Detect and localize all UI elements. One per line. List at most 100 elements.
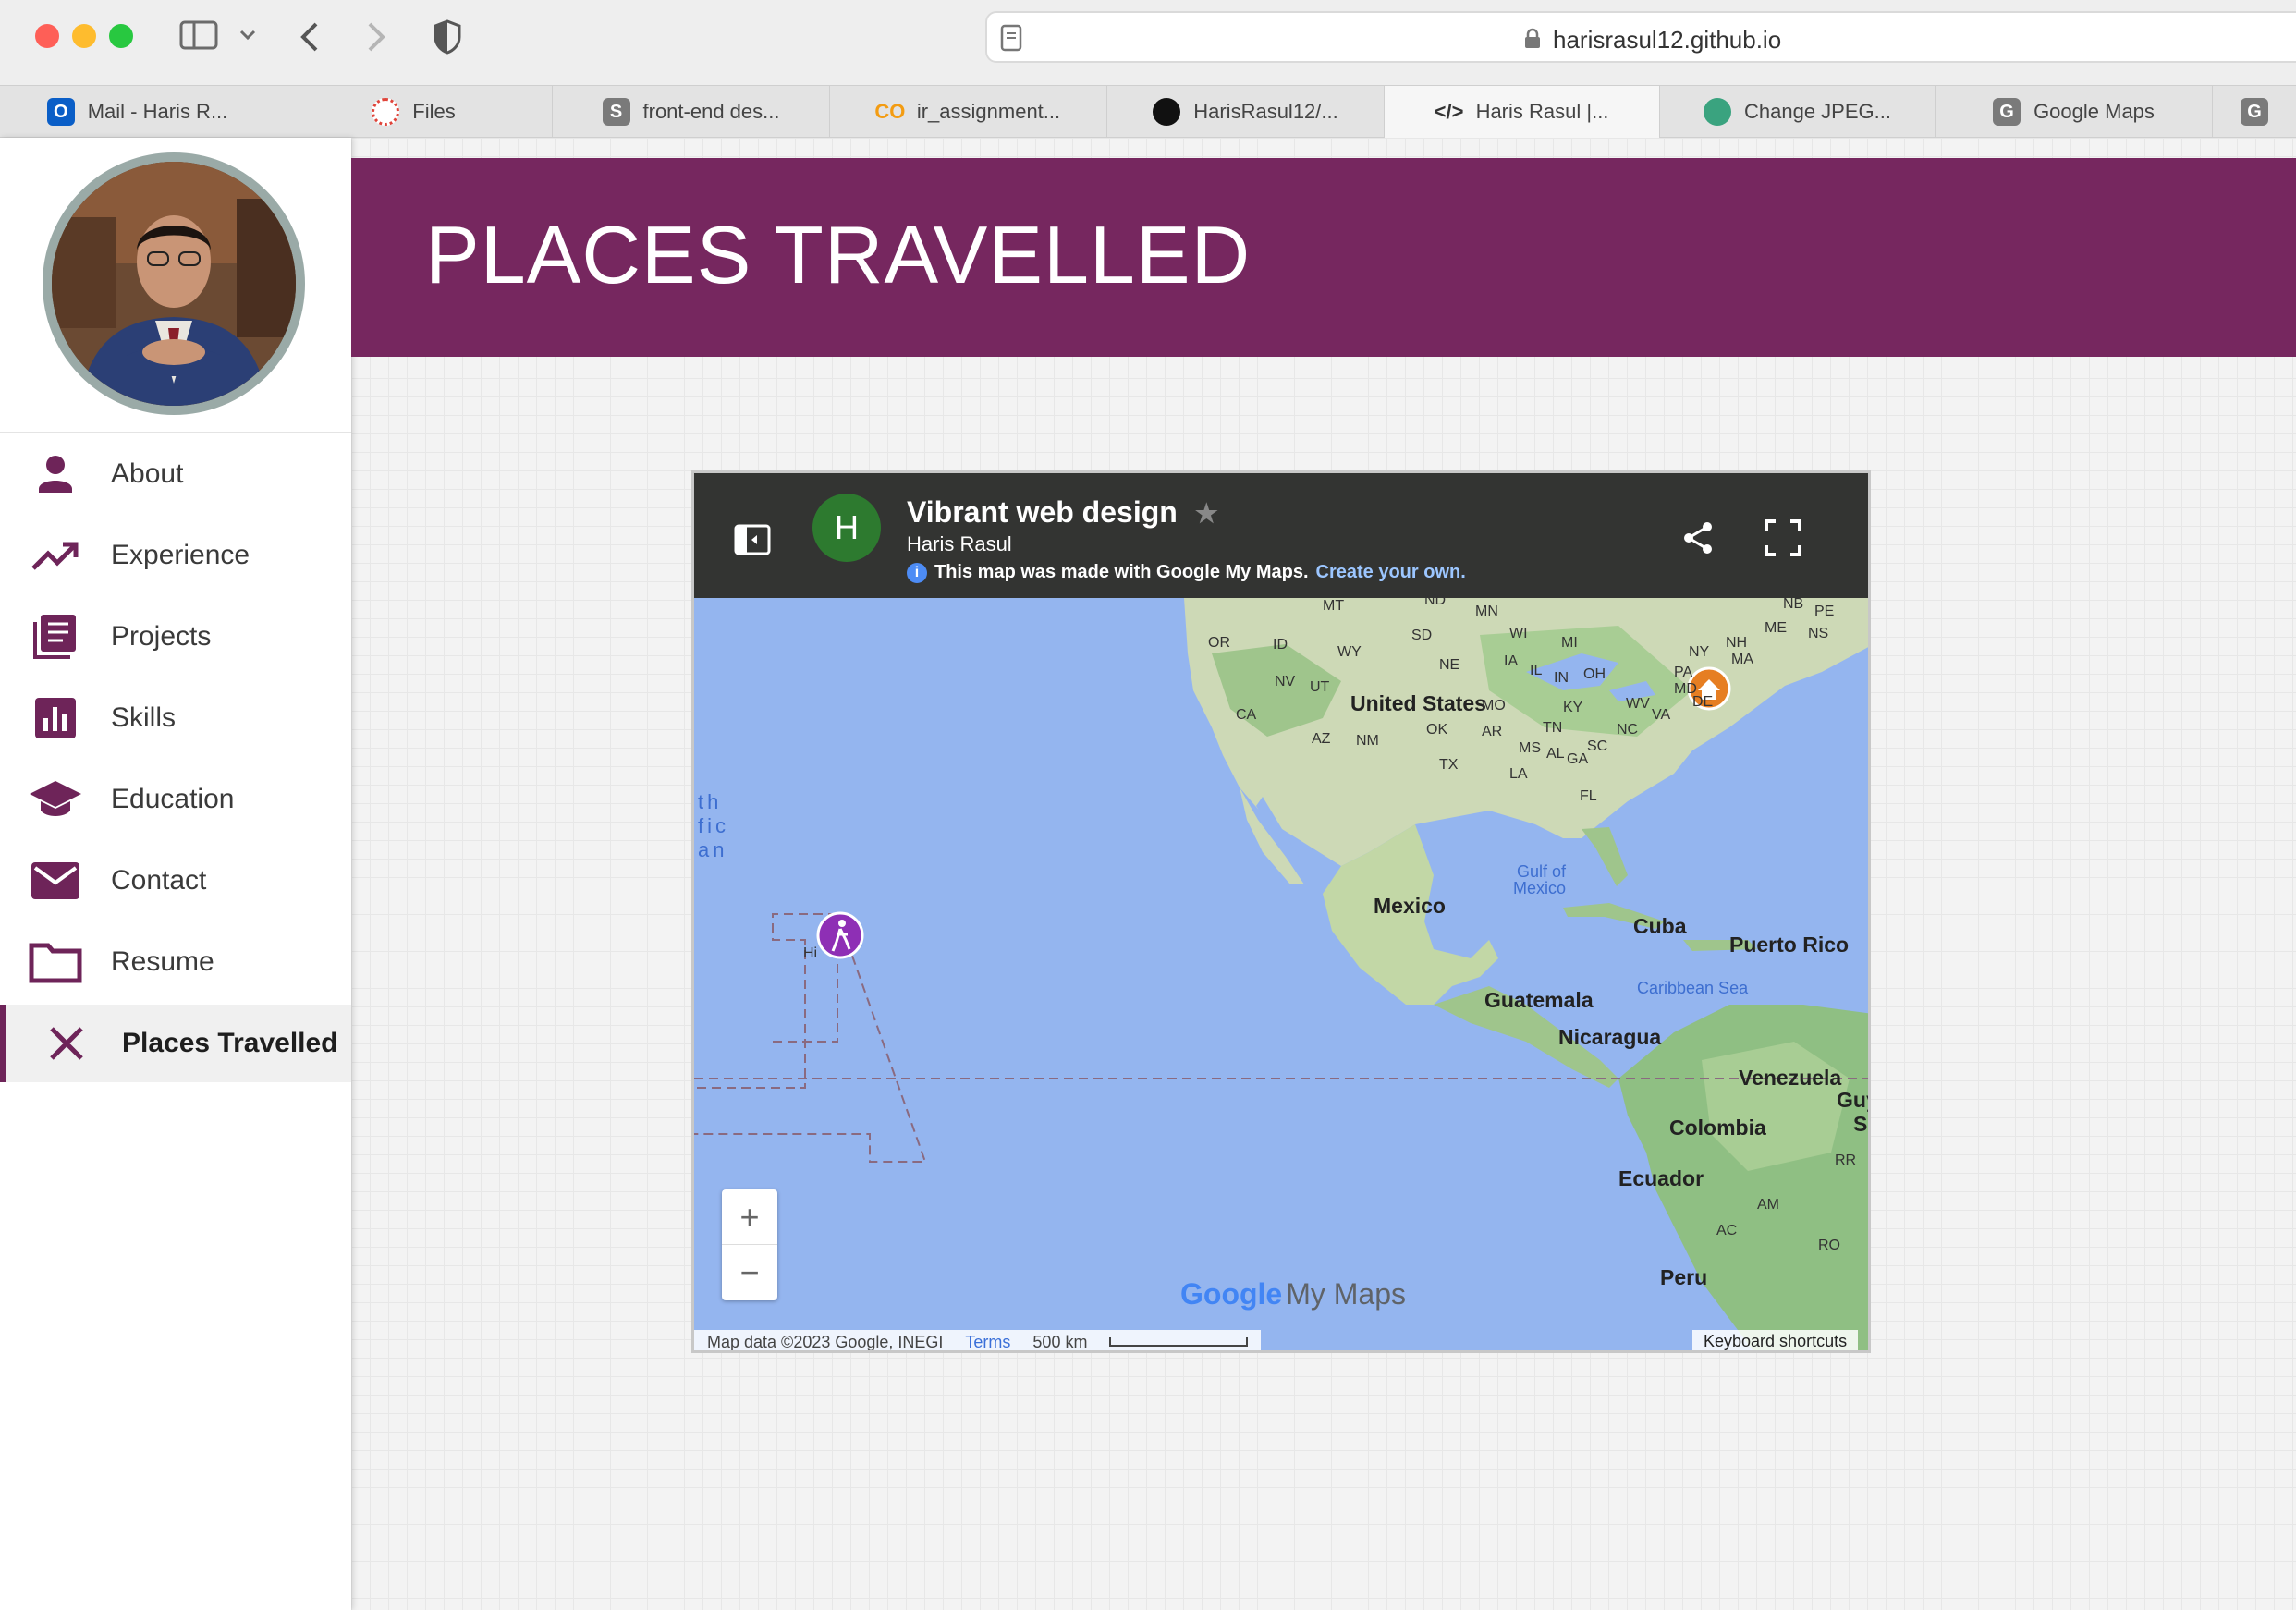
tab-label: ir_assignment... bbox=[916, 100, 1061, 123]
map-label: Nicaragua bbox=[1558, 1025, 1662, 1049]
minimize-window-button[interactable] bbox=[72, 24, 96, 48]
map-label: S bbox=[1853, 1112, 1868, 1136]
close-icon bbox=[50, 1027, 83, 1060]
map-attribution: Map data ©2023 Google, INEGI Terms 500 k… bbox=[694, 1330, 1262, 1351]
map-label: th bbox=[698, 790, 723, 813]
keyboard-shortcuts-link[interactable]: Keyboard shortcuts bbox=[1692, 1330, 1859, 1350]
fullscreen-icon[interactable] bbox=[1763, 518, 1803, 558]
create-your-own-link[interactable]: Create your own. bbox=[1316, 562, 1466, 583]
sidebar-item-education[interactable]: Education bbox=[0, 761, 351, 838]
map-note: i This map was made with Google My Maps.… bbox=[907, 562, 1466, 583]
map-canvas[interactable]: United States Mexico Cuba Puerto Rico Gu… bbox=[694, 592, 1868, 1351]
map-label: NH bbox=[1726, 635, 1748, 651]
map-label: ME bbox=[1765, 620, 1787, 636]
sidebar-item-projects[interactable]: Projects bbox=[0, 598, 351, 676]
scale-label: 500 km bbox=[1032, 1332, 1088, 1351]
tab-change-jpeg[interactable]: Change JPEG... bbox=[1660, 86, 1936, 138]
map-label: OR bbox=[1208, 635, 1230, 651]
tab-overflow[interactable]: G bbox=[2213, 86, 2296, 138]
profile-photo bbox=[52, 162, 296, 406]
tab-ir-assignment[interactable]: CO ir_assignment... bbox=[830, 86, 1107, 138]
tab-label: Google Maps bbox=[2033, 100, 2155, 123]
sidebar-toggle-icon[interactable] bbox=[179, 20, 220, 52]
tab-google-maps[interactable]: G Google Maps bbox=[1936, 86, 2213, 138]
map-label: WY bbox=[1337, 644, 1362, 660]
zoom-in-button[interactable]: + bbox=[722, 1189, 777, 1245]
map-label: NV bbox=[1275, 674, 1296, 689]
g-icon: G bbox=[2241, 98, 2268, 126]
map-label: NS bbox=[1808, 626, 1829, 641]
tab-haris-rasul[interactable]: </> Haris Rasul |... bbox=[1385, 86, 1660, 138]
map-note-text: This map was made with Google My Maps. bbox=[934, 562, 1309, 582]
zoom-out-button[interactable]: − bbox=[722, 1245, 777, 1300]
map-label: IL bbox=[1530, 663, 1543, 678]
map-label: MS bbox=[1519, 740, 1541, 756]
map-label: Caribbean Sea bbox=[1637, 979, 1749, 997]
map-label: fic bbox=[698, 814, 729, 837]
page-header-banner: PLACES TRAVELLED bbox=[351, 158, 2296, 357]
bar-chart-icon bbox=[35, 698, 76, 738]
map-title: Vibrant web design ★ bbox=[907, 495, 1218, 530]
map-label: NY bbox=[1689, 644, 1710, 660]
map-label: NC bbox=[1617, 722, 1639, 738]
map-label: United States bbox=[1350, 691, 1486, 715]
forward-icon[interactable] bbox=[362, 18, 390, 55]
map-label: PA bbox=[1674, 665, 1693, 680]
map-label: Ecuador bbox=[1618, 1166, 1704, 1190]
folder-icon bbox=[29, 943, 82, 983]
sidebar-item-label: Experience bbox=[111, 540, 250, 570]
browser-toolbar: harisrasul12.github.io bbox=[0, 0, 2296, 85]
colab-icon: CO bbox=[874, 100, 906, 123]
tab-front-end[interactable]: S front-end des... bbox=[553, 86, 830, 138]
scale-bar bbox=[1109, 1337, 1249, 1347]
map-label: UT bbox=[1310, 679, 1330, 695]
close-window-button[interactable] bbox=[35, 24, 59, 48]
sidebar-item-about[interactable]: About bbox=[0, 435, 351, 513]
map-label: LA bbox=[1509, 766, 1528, 782]
list-icon bbox=[33, 615, 76, 659]
tab-label: Change JPEG... bbox=[1744, 100, 1891, 123]
g-icon: G bbox=[1993, 98, 2021, 126]
sidebar-item-label: Resume bbox=[111, 946, 214, 977]
share-icon[interactable] bbox=[1681, 519, 1715, 556]
url-text: harisrasul12.github.io bbox=[1553, 26, 1782, 54]
map-label: ND bbox=[1424, 592, 1447, 608]
address-bar[interactable]: harisrasul12.github.io bbox=[985, 11, 2296, 63]
map-label: AM bbox=[1757, 1197, 1779, 1213]
sidebar-item-places-travelled[interactable]: Places Travelled bbox=[0, 1005, 351, 1082]
map-label: FL bbox=[1580, 788, 1597, 804]
terms-link[interactable]: Terms bbox=[965, 1333, 1010, 1351]
chevron-down-icon[interactable] bbox=[238, 28, 257, 43]
sidebar-item-skills[interactable]: Skills bbox=[0, 679, 351, 757]
map-label: Puerto Rico bbox=[1729, 933, 1850, 957]
maximize-window-button[interactable] bbox=[109, 24, 133, 48]
graduation-cap-icon bbox=[30, 781, 81, 816]
sidebar-item-label: Places Travelled bbox=[122, 1028, 338, 1058]
star-icon[interactable]: ★ bbox=[1195, 499, 1218, 528]
page-icon bbox=[1000, 24, 1022, 52]
shield-icon[interactable] bbox=[433, 18, 462, 55]
map-label: RR bbox=[1835, 1153, 1857, 1168]
sidebar-item-resume[interactable]: Resume bbox=[0, 923, 351, 1001]
tab-label: Files bbox=[412, 100, 456, 123]
map-label: MT bbox=[1323, 598, 1345, 614]
sidebar-item-contact[interactable]: Contact bbox=[0, 842, 351, 920]
map-label: OK bbox=[1426, 722, 1448, 738]
embedded-map[interactable]: H Vibrant web design ★ Haris Rasul i Thi… bbox=[691, 470, 1871, 1353]
tab-github[interactable]: HarisRasul12/... bbox=[1107, 86, 1385, 138]
map-label: SC bbox=[1587, 738, 1608, 754]
map-label: GA bbox=[1567, 751, 1589, 767]
map-label: Mexico bbox=[1374, 894, 1446, 918]
sidebar-item-label: Projects bbox=[111, 621, 212, 652]
back-icon[interactable] bbox=[296, 18, 324, 55]
tab-mail[interactable]: O Mail - Haris R... bbox=[0, 86, 275, 138]
map-label: Hi bbox=[803, 945, 818, 961]
sidebar-item-experience[interactable]: Experience bbox=[0, 517, 351, 594]
map-label: Colombia bbox=[1669, 1116, 1766, 1140]
map-label: Guatemala bbox=[1484, 988, 1594, 1012]
sidebar-item-label: Skills bbox=[111, 702, 177, 733]
map-legend-toggle-icon[interactable] bbox=[733, 523, 772, 556]
tab-files[interactable]: Files bbox=[275, 86, 553, 138]
my-maps-logo-text: My Maps bbox=[1286, 1277, 1407, 1311]
tab-label: Mail - Haris R... bbox=[87, 100, 228, 123]
